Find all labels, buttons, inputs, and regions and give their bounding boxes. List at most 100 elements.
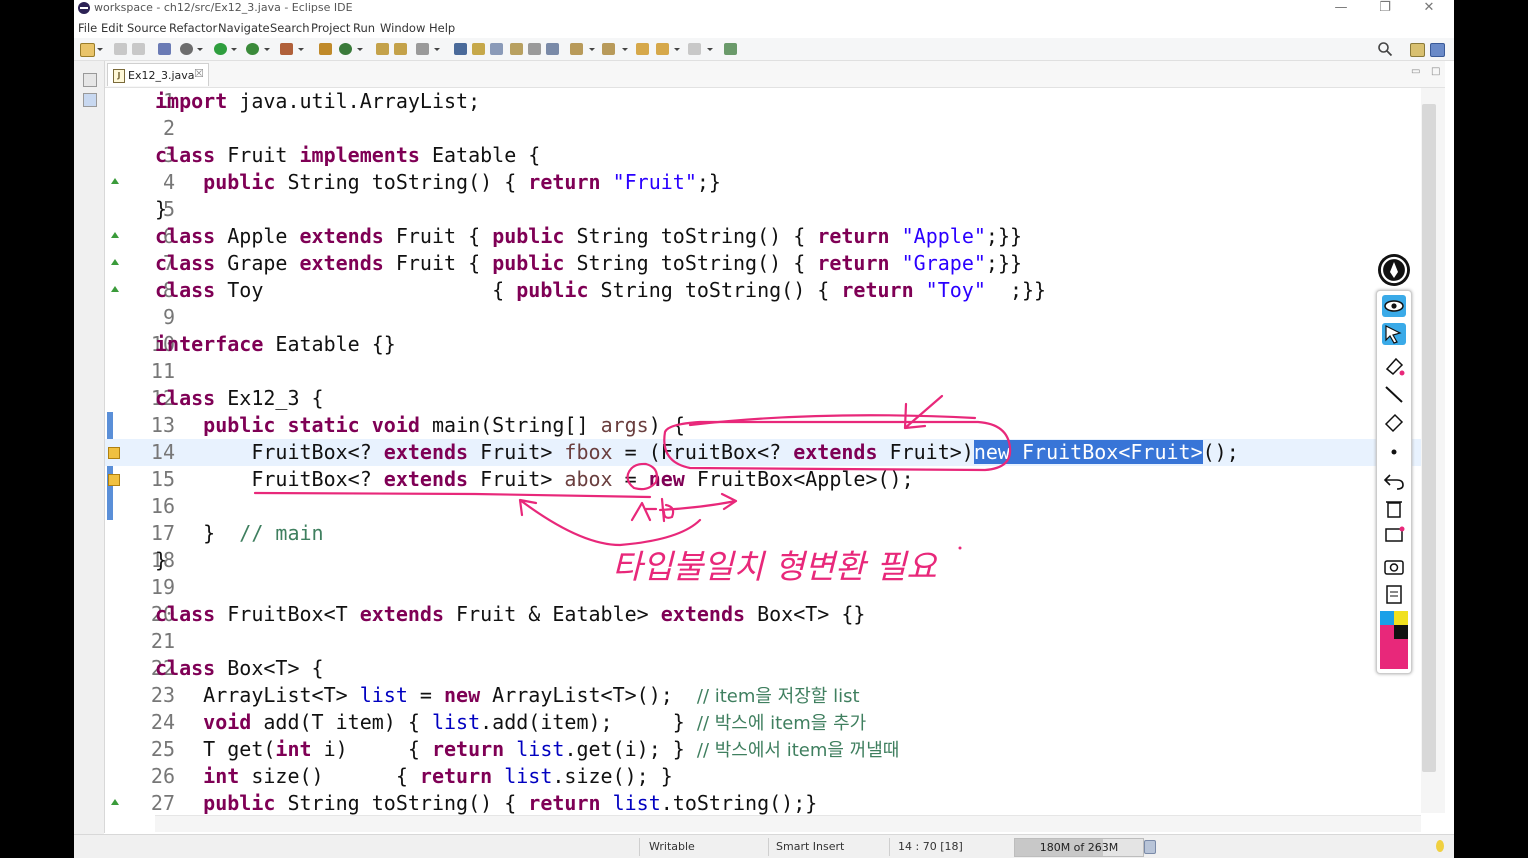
- menu-run[interactable]: Run: [353, 21, 375, 35]
- pointer-icon[interactable]: [1382, 323, 1406, 345]
- save-icon[interactable]: [114, 43, 127, 55]
- forward-dropdown-icon[interactable]: [707, 48, 713, 51]
- maximize-view-icon[interactable]: □: [1431, 66, 1440, 77]
- swatch-black[interactable]: [1394, 625, 1408, 639]
- highlighter-icon[interactable]: [1382, 355, 1406, 377]
- code-text: FruitBox<? extends Fruit> abox = new Fru…: [155, 467, 914, 491]
- dot-size-icon[interactable]: [1382, 441, 1406, 463]
- whiteboard-icon[interactable]: [1382, 525, 1406, 547]
- code-line: 13 public static void main(String[] args…: [105, 412, 1421, 439]
- eye-icon[interactable]: [1382, 295, 1406, 317]
- minimize-button[interactable]: —: [1326, 0, 1356, 15]
- maximize-button[interactable]: ❐: [1370, 0, 1400, 15]
- code-editor[interactable]: 1 import java.util.ArrayList; 2 3 class …: [105, 88, 1421, 815]
- debug-icon[interactable]: [180, 43, 193, 55]
- tip-bulb-icon[interactable]: [1436, 840, 1444, 852]
- trash-icon[interactable]: [1382, 497, 1406, 519]
- code-text: FruitBox<? extends Fruit> fbox = (FruitB…: [155, 440, 1239, 464]
- code-line: 12 class Ex12_3 {: [105, 385, 1421, 412]
- run-icon[interactable]: [214, 43, 227, 55]
- menu-project[interactable]: Project: [311, 21, 350, 35]
- vertical-scrollbar-thumb[interactable]: [1422, 104, 1436, 772]
- swatch-yellow[interactable]: [1394, 611, 1408, 625]
- color-swatches[interactable]: [1380, 611, 1408, 669]
- line-number: 11: [150, 359, 175, 383]
- new-dropdown-icon[interactable]: [97, 48, 103, 51]
- new-class-icon[interactable]: [339, 43, 352, 55]
- pin-editor-icon[interactable]: [724, 43, 737, 55]
- restore-icon[interactable]: [83, 73, 97, 87]
- menu-window[interactable]: Window: [380, 21, 425, 35]
- java-file-icon: J: [113, 69, 125, 83]
- menu-help[interactable]: Help: [429, 21, 455, 35]
- pen-logo-icon[interactable]: [1378, 254, 1410, 286]
- annotation-tool-palette: [1376, 290, 1412, 674]
- eraser-icon[interactable]: [1382, 411, 1406, 433]
- status-bar: Writable Smart Insert 14 : 70 [18] 180M …: [74, 834, 1454, 858]
- save-all-icon[interactable]: [132, 43, 145, 55]
- pen-line-icon[interactable]: [1382, 383, 1406, 405]
- code-line-current: 14 FruitBox<? extends Fruit> fbox = (Fru…: [105, 439, 1421, 466]
- minimize-view-icon[interactable]: ▭: [1411, 66, 1420, 77]
- coverage-dropdown-icon[interactable]: [264, 48, 270, 51]
- open-task-icon[interactable]: [394, 43, 407, 55]
- search-tool-icon[interactable]: [416, 43, 429, 55]
- perspective-icon[interactable]: [1430, 43, 1445, 57]
- undo-icon[interactable]: [1382, 469, 1406, 491]
- package-explorer-icon[interactable]: [83, 93, 97, 107]
- editor-tab[interactable]: J Ex12_3.java ☒: [107, 63, 209, 86]
- run-dropdown-icon[interactable]: [231, 48, 237, 51]
- next-annotation-dropdown-icon[interactable]: [589, 48, 595, 51]
- horizontal-scrollbar[interactable]: [155, 815, 1421, 832]
- new-icon[interactable]: [80, 43, 95, 57]
- external-tools-icon[interactable]: [280, 43, 293, 55]
- next-annotation-icon[interactable]: [570, 43, 583, 55]
- camera-icon[interactable]: [1382, 555, 1406, 577]
- prev-annotation-icon[interactable]: [602, 43, 615, 55]
- search-icon[interactable]: [1377, 41, 1393, 57]
- heap-status[interactable]: 180M of 263M: [1014, 838, 1144, 857]
- code-text: interface Eatable {}: [155, 332, 396, 356]
- toggle-edit-icon[interactable]: [158, 43, 171, 55]
- word-wrap-icon[interactable]: [510, 43, 523, 55]
- text-selection[interactable]: new FruitBox<Fruit>: [973, 440, 1203, 464]
- open-perspective-icon[interactable]: [1410, 43, 1425, 57]
- search-dropdown-icon[interactable]: [434, 48, 440, 51]
- annotation-icon[interactable]: [454, 43, 467, 55]
- menu-file[interactable]: File: [78, 21, 97, 35]
- forward-icon[interactable]: [688, 43, 701, 55]
- code-text: class Fruit implements Eatable {: [155, 143, 541, 167]
- code-line: 21: [105, 628, 1421, 655]
- show-whitespace-icon[interactable]: [528, 43, 541, 55]
- back-icon[interactable]: [656, 43, 669, 55]
- menu-refactor[interactable]: Refactor: [169, 21, 217, 35]
- close-button[interactable]: ✕: [1414, 0, 1444, 15]
- menu-source[interactable]: Source: [127, 21, 167, 35]
- back-dropdown-icon[interactable]: [674, 48, 680, 51]
- clipboard-icon[interactable]: [1382, 583, 1406, 605]
- new-class-dropdown-icon[interactable]: [357, 48, 363, 51]
- debug-dropdown-icon[interactable]: [197, 48, 203, 51]
- pilcrow-icon[interactable]: [546, 43, 559, 55]
- open-type-icon[interactable]: [376, 43, 389, 55]
- prev-annotation-dropdown-icon[interactable]: [622, 48, 628, 51]
- coverage-icon[interactable]: [246, 43, 259, 55]
- menu-navigate[interactable]: Navigate: [218, 21, 270, 35]
- garbage-collect-icon[interactable]: [1144, 840, 1156, 854]
- new-package-icon[interactable]: [319, 43, 332, 55]
- line-number: 2: [162, 116, 175, 140]
- block-selection-icon[interactable]: [490, 43, 503, 55]
- last-edit-icon[interactable]: [636, 43, 649, 55]
- code-text: void add(T item) { list.add(item); } // …: [203, 710, 867, 734]
- mark-occurrences-icon[interactable]: [472, 43, 485, 55]
- tab-close-icon[interactable]: ☒: [194, 67, 204, 80]
- code-line: 4 public String toString() { return "Fru…: [105, 169, 1421, 196]
- menu-edit[interactable]: Edit: [101, 21, 123, 35]
- code-line: 23 ArrayList<T> list = new ArrayList<T>(…: [105, 682, 1421, 709]
- swatch-pink[interactable]: [1380, 625, 1394, 639]
- menu-search[interactable]: Search: [270, 21, 310, 35]
- line-number: 16: [150, 494, 175, 518]
- swatch-blue[interactable]: [1380, 611, 1394, 625]
- external-tools-dropdown-icon[interactable]: [298, 48, 304, 51]
- code-line: 22 class Box<T> {: [105, 655, 1421, 682]
